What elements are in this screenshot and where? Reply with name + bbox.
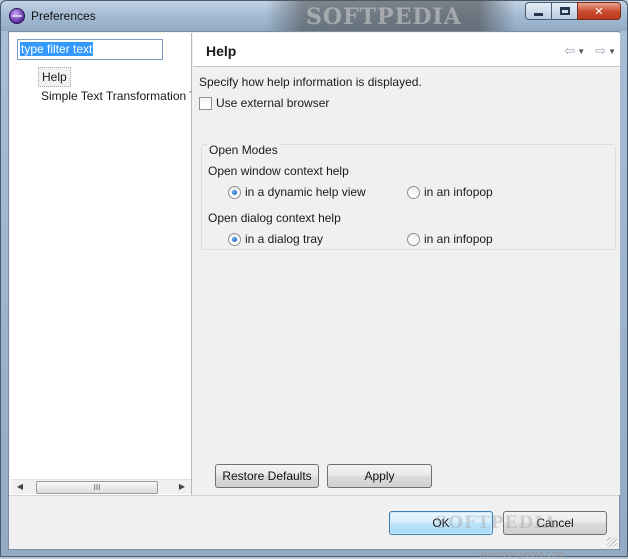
radio-button-selected[interactable] <box>228 185 241 199</box>
use-external-browser-option[interactable]: Use external browser <box>199 96 329 110</box>
preference-tree-pane: type filter text Help Simple Text Transf… <box>10 33 192 495</box>
window-title: Preferences <box>31 9 96 23</box>
scroll-thumb[interactable]: III <box>36 481 158 494</box>
use-external-browser-checkbox[interactable] <box>199 96 212 110</box>
divider <box>9 495 619 496</box>
filter-input[interactable]: type filter text <box>17 39 163 60</box>
cancel-button[interactable]: Cancel <box>503 511 607 535</box>
softpedia-url-watermark: www.softpedia.com <box>479 549 566 559</box>
dialog-context-label: Open dialog context help <box>208 211 341 225</box>
horizontal-scrollbar[interactable]: ◀ III ▶ <box>11 479 191 494</box>
scroll-left-icon[interactable]: ◀ <box>15 482 25 493</box>
back-arrow-icon[interactable]: ⇦ <box>564 43 575 59</box>
radio-label: in an infopop <box>424 232 493 246</box>
page-description: Specify how help information is displaye… <box>199 75 422 89</box>
use-external-browser-label: Use external browser <box>216 96 330 110</box>
open-modes-group: Open Modes Open window context help in a… <box>201 143 616 250</box>
radio-label: in a dynamic help view <box>245 185 366 199</box>
radio-window-infopop[interactable]: in an infopop <box>407 185 493 199</box>
title-watermark: SOFTPEDIA <box>266 1 516 31</box>
radio-label: in a dialog tray <box>245 232 324 246</box>
maximize-icon <box>559 7 570 15</box>
minimize-button[interactable] <box>525 2 551 20</box>
eclipse-app-icon <box>9 8 25 24</box>
minimize-icon <box>534 12 543 16</box>
radio-label: in an infopop <box>424 185 493 199</box>
back-dropdown-icon[interactable]: ▼ <box>577 47 585 59</box>
tree-item-simple-text-transformation[interactable]: Simple Text Transformation Template <box>41 89 191 103</box>
radio-button[interactable] <box>407 232 420 246</box>
tree-item-help[interactable]: Help <box>38 67 71 87</box>
radio-dialog-infopop[interactable]: in an infopop <box>407 232 493 246</box>
radio-dialog-tray[interactable]: in a dialog tray <box>228 232 323 246</box>
dialog-client-area: type filter text Help Simple Text Transf… <box>8 31 620 559</box>
scroll-right-icon[interactable]: ▶ <box>177 482 187 493</box>
window-context-label: Open window context help <box>208 164 349 178</box>
filter-input-text: type filter text <box>20 42 94 56</box>
apply-button[interactable]: Apply <box>327 464 432 488</box>
preference-page: Help ⇦ ▼ ⇨ ▼ Specify how help informatio… <box>193 33 620 495</box>
window-controls: ✕ <box>525 2 621 20</box>
radio-button[interactable] <box>407 185 420 199</box>
restore-defaults-button[interactable]: Restore Defaults <box>215 464 319 488</box>
page-title: Help <box>206 43 237 59</box>
open-modes-title: Open Modes <box>207 143 280 157</box>
maximize-button[interactable] <box>551 2 577 20</box>
resize-grip-icon[interactable] <box>607 537 617 547</box>
radio-dynamic-help-view[interactable]: in a dynamic help view <box>228 185 366 199</box>
history-nav: ⇦ ▼ ⇨ ▼ <box>564 43 616 59</box>
page-header: Help ⇦ ▼ ⇨ ▼ <box>193 33 620 67</box>
radio-button-selected[interactable] <box>228 232 241 246</box>
preferences-window: Preferences SOFTPEDIA ✕ type filter text… <box>0 0 628 559</box>
close-icon: ✕ <box>594 5 604 18</box>
forward-arrow-icon[interactable]: ⇨ <box>595 43 606 59</box>
close-button[interactable]: ✕ <box>577 2 621 20</box>
title-bar[interactable]: Preferences SOFTPEDIA ✕ <box>1 1 627 31</box>
forward-dropdown-icon[interactable]: ▼ <box>608 47 616 59</box>
ok-button[interactable]: OK <box>389 511 493 535</box>
